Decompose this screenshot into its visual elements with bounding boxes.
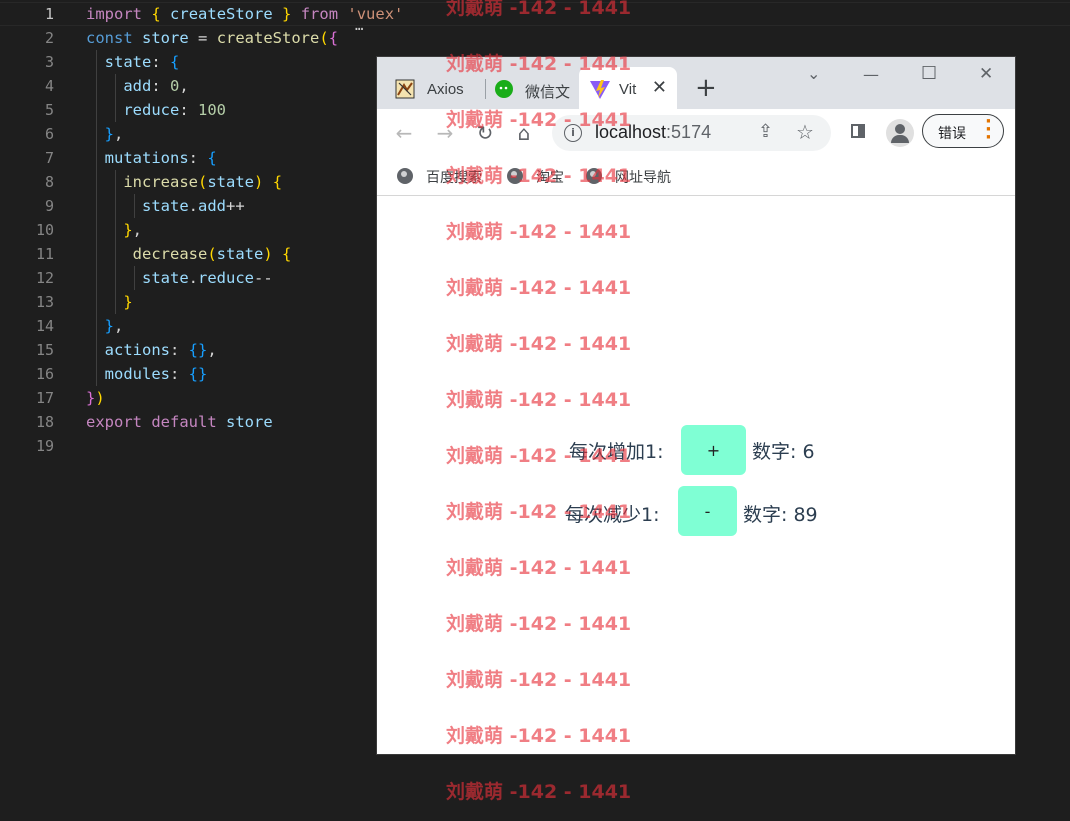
url-text: localhost:5174 — [595, 122, 712, 142]
new-tab-button[interactable]: + — [695, 75, 717, 101]
line-number: 9 — [44, 197, 54, 215]
line-number: 15 — [35, 341, 54, 359]
bookmarks-bar: 百度搜索 淘宝 网址导航 — [377, 159, 1015, 196]
line-number: 18 — [35, 413, 54, 431]
increase-label: 每次增加1: — [569, 441, 664, 463]
code-text: } — [123, 293, 133, 311]
menu-dots-icon: · · · — [985, 111, 992, 148]
forward-arrow-icon[interactable]: → — [433, 121, 457, 145]
code-text: }, — [123, 221, 143, 239]
code-text: state.add++ — [142, 197, 245, 215]
line-number: 1 — [44, 5, 54, 23]
reload-icon[interactable]: ↻ — [473, 121, 497, 145]
code-text: const store = createStore({ — [86, 29, 339, 47]
home-icon[interactable]: ⌂ — [512, 121, 536, 145]
bookmark-item[interactable]: 百度搜索 — [397, 167, 497, 187]
site-info-icon[interactable]: i — [564, 124, 582, 142]
code-text: reduce: 100 — [123, 101, 226, 119]
decrease-label: 每次减少1: — [565, 504, 660, 526]
tab-separator — [485, 79, 486, 99]
line-number: 14 — [35, 317, 54, 335]
browser-window: Axios 微信文 Vit ✕ + ⌄ — ☐ ✕ ← → ↻ ⌂ i loca… — [377, 57, 1015, 754]
decrease-row: 每次减少1: - 数字: 89 — [565, 486, 885, 538]
tab-title: 微信文 — [525, 84, 571, 101]
error-menu-button[interactable]: 错误 · · · — [922, 111, 1004, 148]
tab-title: Axios — [427, 81, 464, 98]
code-text: }, — [104, 125, 124, 143]
back-arrow-icon[interactable]: ← — [392, 121, 416, 145]
line-number: 11 — [35, 245, 54, 263]
increase-button[interactable]: + — [681, 425, 746, 475]
code-text: export default store — [86, 413, 273, 431]
globe-icon — [507, 168, 523, 184]
line-number: 2 — [44, 29, 54, 47]
profile-avatar-icon[interactable] — [886, 119, 914, 147]
globe-icon — [397, 168, 413, 184]
line-number: 19 — [35, 437, 54, 455]
code-text: increase(state) { — [123, 173, 283, 191]
line-number: 12 — [35, 269, 54, 287]
error-button-label: 错误 — [938, 126, 966, 142]
code-text: state.reduce-- — [142, 269, 273, 287]
wechat-favicon-icon — [494, 79, 513, 98]
axios-favicon-icon — [395, 79, 415, 99]
tab-vite-active[interactable]: Vit ✕ — [579, 67, 677, 109]
decrease-value: 数字: 89 — [743, 504, 818, 526]
line-number: 8 — [44, 173, 54, 191]
decrease-button[interactable]: - — [678, 486, 737, 536]
line-number: 5 — [44, 101, 54, 119]
bookmark-star-icon[interactable]: ☆ — [796, 120, 814, 144]
close-window-icon[interactable]: ✕ — [979, 64, 993, 84]
tab-title: Vit — [619, 81, 637, 98]
code-text: state: { — [104, 53, 180, 71]
code-text: }, — [104, 317, 124, 335]
code-line[interactable]: 2 const store = createStore({ — [0, 26, 1070, 50]
code-text: decrease(state) { — [132, 245, 292, 263]
code-text: mutations: { — [104, 149, 217, 167]
browser-toolbar: ← → ↻ ⌂ i localhost:5174 ⇪ ☆ 错误 · · · — [377, 109, 1015, 159]
tab-axios[interactable]: Axios — [385, 67, 485, 109]
increase-row: 每次增加1: + 数字: 6 — [569, 425, 869, 477]
maximize-icon[interactable]: ☐ — [921, 63, 937, 84]
code-text: }) — [86, 389, 105, 407]
tab-search-icon[interactable]: ⌄ — [807, 64, 820, 83]
vite-favicon-icon — [589, 79, 610, 99]
increase-value: 数字: 6 — [752, 441, 815, 463]
address-bar[interactable]: i localhost:5174 ⇪ ☆ — [552, 115, 831, 151]
line-number: 6 — [44, 125, 54, 143]
share-icon[interactable]: ⇪ — [758, 121, 773, 142]
line-number: 17 — [35, 389, 54, 407]
code-text: actions: {}, — [104, 341, 217, 359]
line-number: 16 — [35, 365, 54, 383]
line-number: 7 — [44, 149, 54, 167]
line-number: 13 — [35, 293, 54, 311]
line-number: 3 — [44, 53, 54, 71]
minimize-icon[interactable]: — — [863, 65, 879, 84]
globe-icon — [586, 168, 602, 184]
line-number: 4 — [44, 77, 54, 95]
code-line[interactable]: 1 import { createStore } from 'vuex' — [0, 2, 1070, 26]
bookmark-item[interactable]: 网址导航 — [586, 167, 696, 187]
line-number: 10 — [35, 221, 54, 239]
bookmark-item[interactable]: 淘宝 — [507, 167, 577, 187]
code-text: add: 0, — [123, 77, 189, 95]
close-tab-icon[interactable]: ✕ — [652, 77, 667, 98]
code-text: modules: {} — [104, 365, 208, 383]
tab-strip: Axios 微信文 Vit ✕ + ⌄ — ☐ ✕ — [377, 57, 1015, 109]
tab-wechat[interactable]: 微信文 — [489, 67, 579, 109]
side-panel-icon[interactable] — [851, 124, 865, 138]
page-viewport: 每次增加1: + 数字: 6 每次减少1: - 数字: 89 — [377, 196, 1015, 754]
